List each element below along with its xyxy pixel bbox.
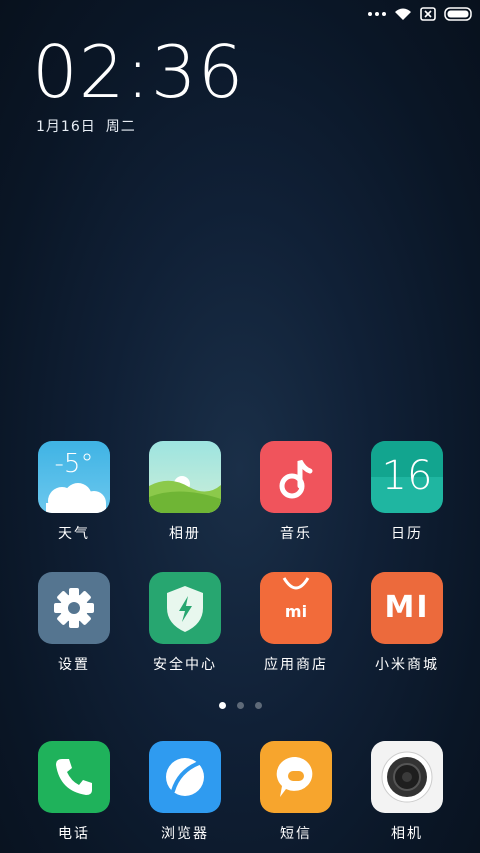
shield-icon [149, 572, 221, 644]
message-icon [260, 741, 332, 813]
app-messages[interactable]: 短信 [248, 741, 344, 843]
mi-glyph: MI [384, 590, 430, 625]
store-bag-icon: mi [260, 572, 332, 644]
app-settings[interactable]: 设置 [26, 572, 122, 674]
app-label: 短信 [280, 826, 312, 842]
app-label: 应用商店 [264, 657, 328, 673]
phone-icon [38, 741, 110, 813]
date-text: 1月16日 [36, 119, 96, 135]
weekday-text: 周二 [105, 119, 136, 135]
app-label: 小米商城 [375, 657, 439, 673]
camera-icon [371, 741, 443, 813]
app-music[interactable]: 音乐 [248, 441, 344, 543]
battery-icon [444, 7, 472, 21]
app-security[interactable]: 安全中心 [137, 572, 233, 674]
status-bar [368, 4, 474, 24]
music-icon [260, 441, 332, 513]
no-sim-icon [420, 7, 436, 21]
app-label: 浏览器 [161, 826, 209, 842]
app-phone[interactable]: 电话 [26, 741, 122, 843]
calendar-icon: 16 [371, 441, 443, 513]
app-label: 相机 [391, 826, 423, 842]
app-weather[interactable]: -5° 天气 [26, 441, 122, 543]
store-glyph: mi [284, 602, 308, 621]
weather-icon: -5° [38, 441, 110, 513]
page-dot-active[interactable] [218, 702, 226, 709]
page-dot[interactable] [254, 702, 262, 709]
app-label: 天气 [58, 526, 90, 542]
gear-icon [38, 572, 110, 644]
app-label: 安全中心 [153, 657, 217, 673]
app-camera[interactable]: 相机 [359, 741, 455, 843]
calendar-day: 16 [381, 453, 433, 499]
mi-logo-icon: MI [371, 572, 443, 644]
app-label: 音乐 [280, 526, 312, 542]
more-dots-icon [368, 12, 386, 16]
gallery-icon [149, 441, 221, 513]
clock-time[interactable]: 02:36 [32, 30, 245, 114]
page-indicator[interactable] [0, 702, 480, 709]
app-gallery[interactable]: 相册 [137, 441, 233, 543]
page-dot[interactable] [236, 702, 244, 709]
app-calendar[interactable]: 16 日历 [359, 441, 455, 543]
app-store[interactable]: mi 应用商店 [248, 572, 344, 674]
wifi-icon [395, 8, 411, 20]
browser-icon [149, 741, 221, 813]
app-label: 日历 [391, 526, 423, 542]
app-label: 设置 [58, 657, 90, 673]
app-label: 相册 [169, 526, 201, 542]
app-label: 电话 [58, 826, 90, 842]
app-mi-store[interactable]: MI 小米商城 [359, 572, 455, 674]
app-browser[interactable]: 浏览器 [137, 741, 233, 843]
clock-date[interactable]: 1月16日 周二 [36, 116, 146, 136]
